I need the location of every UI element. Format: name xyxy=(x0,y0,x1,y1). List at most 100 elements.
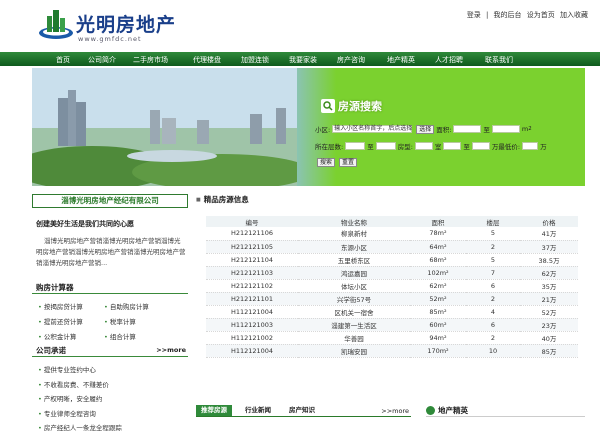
promise-item[interactable]: 产权明晰，安全履约 xyxy=(38,393,103,403)
table-header-row: 编号 物业名称 面积 楼层 价格 xyxy=(206,216,578,227)
search-row-area: 小区: 输入小区名称首字，后点选择 选择 面积: 至 m2 xyxy=(315,124,532,134)
main-nav: 首页 公司简介 二手房市场 代理楼盘 加盟连锁 我要家装 房产咨询 地产精英 人… xyxy=(0,52,600,66)
cell-area: 68m² xyxy=(410,253,466,267)
cell-property[interactable]: 五里桥东区 xyxy=(298,253,410,267)
table-row[interactable]: H112121004 凯瑞安园 170m² 10 85万 xyxy=(206,344,578,358)
cell-floor: 2 xyxy=(466,292,520,306)
nav-agency[interactable]: 代理楼盘 xyxy=(193,55,221,65)
size-label: 面积: xyxy=(436,126,452,134)
nav-resale[interactable]: 二手房市场 xyxy=(133,55,168,65)
promise-section-title: 公司承诺 >>more xyxy=(32,345,188,357)
calc-combined[interactable]: 组合计算 xyxy=(104,331,136,341)
cell-floor: 6 xyxy=(466,318,520,332)
calc-prepay[interactable]: 提前还贷计算 xyxy=(38,316,83,326)
promise-more-link[interactable]: >>more xyxy=(156,346,186,354)
table-row[interactable]: H212121103 鸿运嘉园 102m² 7 62万 xyxy=(206,266,578,280)
calc-self-purchase[interactable]: 自助购房计算 xyxy=(104,301,149,311)
search-button[interactable]: 搜索 xyxy=(317,158,336,167)
floor-min-input[interactable] xyxy=(345,142,366,150)
calc-mortgage[interactable]: 按揭房贷计算 xyxy=(38,301,83,311)
table-row[interactable]: H212121102 体坛小区 62m² 6 35万 xyxy=(206,279,578,293)
cell-property[interactable]: 柳泉新村 xyxy=(298,227,410,241)
cell-property[interactable]: 体坛小区 xyxy=(298,279,410,293)
site-logo[interactable]: 光明房地产 www.gmfdc.net xyxy=(38,6,188,46)
top-links: 登录 | 我的后台 设为首页 加入收藏 xyxy=(464,10,588,20)
more-arrow-icon: >> xyxy=(156,346,168,354)
table-row[interactable]: H112121003 淄建第一生活区 60m² 6 23万 xyxy=(206,318,578,332)
calc-tax[interactable]: 税率计算 xyxy=(104,316,136,326)
cell-id: H212121105 xyxy=(206,240,298,254)
promise-item[interactable]: 提供专业签约中心 xyxy=(38,364,96,374)
cell-id: H112121002 xyxy=(206,331,298,345)
cell-area: 60m² xyxy=(410,318,466,332)
tab-recommended[interactable]: 推荐房源 xyxy=(196,405,232,416)
nav-decoration[interactable]: 我要家装 xyxy=(289,55,317,65)
cell-floor: 6 xyxy=(466,279,520,293)
floor-max-input[interactable] xyxy=(375,142,396,150)
add-favorite-link[interactable]: 加入收藏 xyxy=(560,11,588,19)
search-title-text: 房源搜索 xyxy=(338,100,382,113)
price-to-label: 至 xyxy=(463,143,470,151)
tab-knowledge[interactable]: 房产知识 xyxy=(284,405,320,416)
price-min-input[interactable] xyxy=(443,142,462,150)
nav-consult[interactable]: 房产咨询 xyxy=(337,55,365,65)
promise-more-text: more xyxy=(167,346,186,354)
set-homepage-link[interactable]: 设为首页 xyxy=(527,11,555,19)
cell-property[interactable]: 东源小区 xyxy=(298,240,410,254)
cell-floor: 10 xyxy=(466,344,520,358)
size-to-label: 至 xyxy=(483,126,490,134)
tab-industry-news[interactable]: 行业新闻 xyxy=(240,405,276,416)
nav-elite[interactable]: 地产精英 xyxy=(387,55,415,65)
logo-icon xyxy=(39,10,73,39)
cell-property[interactable]: 兴学街57号 xyxy=(298,292,410,306)
cell-property[interactable]: 鸿运嘉园 xyxy=(298,266,410,280)
logo-title: 光明房地产 xyxy=(76,14,177,36)
table-row[interactable]: H112121002 华善园 94m² 2 40万 xyxy=(206,331,578,345)
size-min-input[interactable] xyxy=(453,125,482,133)
nav-home[interactable]: 首页 xyxy=(56,55,70,65)
nav-about[interactable]: 公司简介 xyxy=(88,55,116,65)
table-row[interactable]: H212121104 五里桥东区 68m² 5 38.5万 xyxy=(206,253,578,267)
cell-floor: 5 xyxy=(466,253,520,267)
select-button[interactable]: 选择 xyxy=(416,124,435,134)
cell-property[interactable]: 区机关一宿舍 xyxy=(298,305,410,319)
table-row[interactable]: H212121105 东源小区 64m² 2 37万 xyxy=(206,240,578,254)
nav-jobs[interactable]: 人才招聘 xyxy=(435,55,463,65)
table-row[interactable]: H212121101 兴学街57号 52m² 2 21万 xyxy=(206,292,578,306)
company-name: 淄博光明房地产经纪有限公司 xyxy=(32,194,188,208)
bottom-tabs: 推荐房源 行业新闻 房产知识 >>more xyxy=(196,405,411,417)
size-max-input[interactable] xyxy=(491,125,520,133)
tabs-more-text: more xyxy=(392,407,409,415)
my-backend-link[interactable]: 我的后台 xyxy=(494,11,522,19)
cell-property[interactable]: 淄建第一生活区 xyxy=(298,318,410,332)
cell-id: H212121103 xyxy=(206,266,298,280)
cell-area: 78m² xyxy=(410,227,466,241)
table-row[interactable]: H112121004 区机关一宿舍 85m² 4 52万 xyxy=(206,305,578,319)
price-max-input[interactable] xyxy=(471,142,490,150)
search-row-buttons: 搜索 重置 xyxy=(315,158,359,167)
floor-label: 所在层数: xyxy=(315,143,344,151)
reset-button[interactable]: 重置 xyxy=(339,158,358,167)
cell-id: H112121003 xyxy=(206,318,298,332)
promise-item[interactable]: 专业律师全程咨询 xyxy=(38,408,96,418)
cell-id: H212121102 xyxy=(206,279,298,293)
nav-contact[interactable]: 联系我们 xyxy=(485,55,513,65)
nav-franchise[interactable]: 加盟连锁 xyxy=(241,55,269,65)
rooms-input[interactable] xyxy=(414,142,433,150)
cell-id: H212121106 xyxy=(206,227,298,241)
login-link[interactable]: 登录 xyxy=(467,11,481,19)
cell-property[interactable]: 华善园 xyxy=(298,331,410,345)
cell-property[interactable]: 凯瑞安园 xyxy=(298,344,410,358)
area-label: 小区: xyxy=(315,126,331,134)
col-id: 编号 xyxy=(206,216,298,227)
calc-fund[interactable]: 公积金计算 xyxy=(38,331,77,341)
cell-price: 38.5万 xyxy=(520,253,578,267)
table-row[interactable]: H212121106 柳泉新村 78m² 5 41万 xyxy=(206,227,578,241)
magnifier-icon xyxy=(321,99,335,113)
tabs-more-link[interactable]: >>more xyxy=(381,407,409,415)
area-input[interactable]: 输入小区名称首字，后点选择 xyxy=(332,125,412,133)
promise-item[interactable]: 房产经纪人一条龙全程跟踪 xyxy=(38,422,122,432)
cell-area: 170m² xyxy=(410,344,466,358)
promise-item[interactable]: 不收看房费、不赚差价 xyxy=(38,379,109,389)
lowest-price-input[interactable] xyxy=(522,142,539,150)
